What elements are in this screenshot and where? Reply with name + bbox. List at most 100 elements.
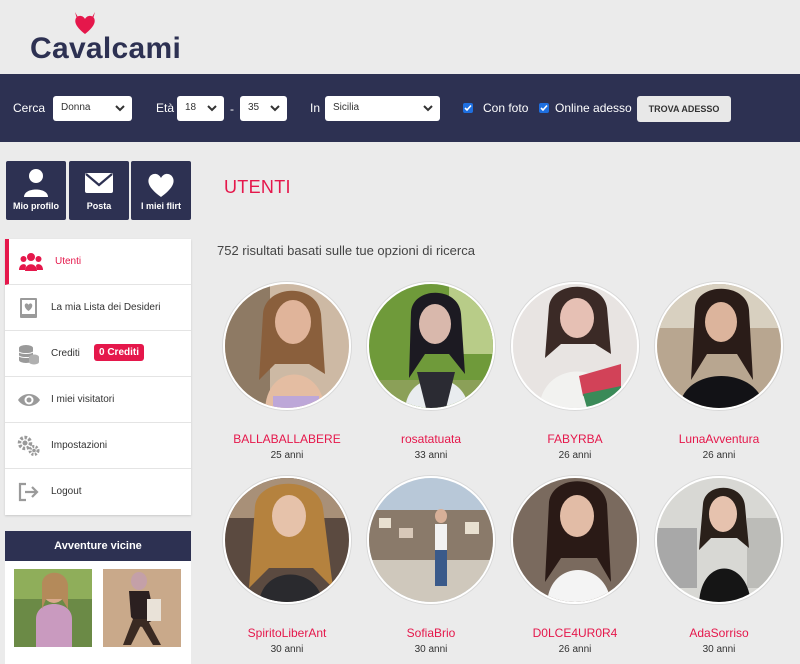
nearby-photo[interactable]: [14, 569, 92, 647]
sidebar-item-visitors[interactable]: I miei visitatori: [5, 377, 191, 423]
results-count: 752 risultati basati sulle tue opzioni d…: [217, 243, 475, 258]
user-avatar[interactable]: [223, 282, 351, 410]
sidebar-item-label: Crediti: [51, 348, 80, 359]
gender-select[interactable]: Donna: [53, 96, 132, 121]
user-photo: [369, 478, 493, 602]
sidebar-item-settings[interactable]: Impostazioni: [5, 423, 191, 469]
online-checkbox[interactable]: [539, 103, 549, 113]
search-bar: Cerca Donna Età 18 - 35 In Sicilia Con f…: [0, 74, 800, 142]
region-label: In: [310, 101, 321, 115]
chevron-down-icon: [115, 105, 125, 112]
user-card[interactable]: SpiritoLiberAnt 30 anni: [217, 476, 357, 655]
wishlist-icon: [20, 298, 37, 318]
heart-icon: [148, 173, 174, 197]
region-select[interactable]: Sicilia: [325, 96, 440, 121]
nearby-photo[interactable]: [103, 569, 181, 647]
checkmark-icon: [540, 104, 548, 112]
nearby-photo-image: [14, 569, 92, 647]
user-avatar[interactable]: [367, 282, 495, 410]
user-name[interactable]: FABYRBA: [505, 432, 645, 446]
sidebar-item-label: La mia Lista dei Desideri: [51, 302, 161, 313]
find-now-button[interactable]: TROVA ADESSO: [637, 96, 731, 122]
chevron-down-icon: [423, 105, 433, 112]
user-avatar[interactable]: [511, 476, 639, 604]
user-avatar[interactable]: [511, 282, 639, 410]
user-name[interactable]: LunaAvventura: [649, 432, 789, 446]
user-age: 30 anni: [702, 644, 736, 655]
credits-badge: 0 Crediti: [94, 344, 145, 361]
my-profile-label: Mio profilo: [13, 201, 59, 211]
mail-button[interactable]: Posta: [69, 161, 129, 220]
age-dash: -: [230, 102, 234, 116]
age-max-select[interactable]: 35: [240, 96, 287, 121]
user-card[interactable]: SofiaBrio 30 anni: [361, 476, 501, 655]
user-name[interactable]: AdaSorriso: [649, 626, 789, 640]
user-age: 25 anni: [270, 450, 304, 461]
sidebar-item-label: Utenti: [55, 256, 82, 267]
region-value: Sicilia: [333, 102, 360, 113]
user-photo: [369, 284, 493, 408]
chevron-down-icon: [270, 105, 280, 112]
user-age: 30 anni: [270, 644, 304, 655]
checkmark-icon: [464, 104, 472, 112]
sidebar-item-wishlist[interactable]: La mia Lista dei Desideri: [5, 285, 191, 331]
user-photo: [657, 284, 781, 408]
coins-icon: [18, 345, 39, 365]
mail-label: Posta: [86, 201, 112, 211]
user-avatar[interactable]: [223, 476, 351, 604]
sidebar-menu: Utenti La mia Lista dei Desideri Crediti…: [5, 239, 191, 515]
user-card[interactable]: BALLABALLABERE 25 anni: [217, 282, 357, 461]
with-photo-checkbox[interactable]: [463, 103, 473, 113]
sidebar-item-logout[interactable]: Logout: [5, 469, 191, 515]
user-avatar[interactable]: [367, 476, 495, 604]
with-photo-label: Con foto: [483, 101, 529, 115]
user-name[interactable]: SofiaBrio: [361, 626, 501, 640]
nearby-photo-image: [103, 569, 181, 647]
my-flirts-button[interactable]: I miei flirt: [131, 161, 191, 220]
user-photo: [225, 478, 349, 602]
user-icon: [24, 169, 48, 197]
user-card[interactable]: AdaSorriso 30 anni: [649, 476, 789, 655]
user-avatar[interactable]: [655, 282, 783, 410]
age-min-select[interactable]: 18: [177, 96, 224, 121]
user-age: 30 anni: [414, 644, 448, 655]
sidebar-item-credits[interactable]: Crediti 0 Crediti: [5, 331, 191, 377]
sidebar-item-users[interactable]: Utenti: [5, 239, 191, 285]
user-age: 26 anni: [558, 644, 592, 655]
age-label: Età: [156, 101, 175, 115]
nearby-adventures-panel: Avventure vicine: [5, 531, 191, 664]
age-min-value: 18: [185, 102, 197, 113]
my-flirts-label: I miei flirt: [140, 201, 181, 211]
user-card[interactable]: FABYRBA 26 anni: [505, 282, 645, 461]
user-age: 26 anni: [558, 450, 592, 461]
users-icon: [19, 253, 43, 271]
user-name[interactable]: SpiritoLiberAnt: [217, 626, 357, 640]
user-photo: [513, 478, 637, 602]
user-card[interactable]: LunaAvventura 26 anni: [649, 282, 789, 461]
user-photo: [513, 284, 637, 408]
eye-icon: [18, 394, 40, 406]
mail-icon: [85, 173, 113, 193]
search-label: Cerca: [13, 101, 46, 115]
nearby-adventures-title: Avventure vicine: [5, 531, 191, 561]
user-card[interactable]: rosatatuata 33 anni: [361, 282, 501, 461]
online-label: Online adesso: [555, 101, 632, 115]
chevron-down-icon: [207, 105, 217, 112]
age-max-value: 35: [248, 102, 260, 113]
page-title: UTENTI: [224, 177, 291, 197]
sidebar-item-label: Impostazioni: [51, 440, 108, 451]
gender-value: Donna: [61, 102, 91, 113]
gear-icon: [17, 435, 40, 456]
sidebar-item-label: I miei visitatori: [51, 394, 115, 405]
user-name[interactable]: D0LCE4UR0R4: [505, 626, 645, 640]
user-avatar[interactable]: [655, 476, 783, 604]
user-age: 33 anni: [414, 450, 448, 461]
user-photo: [225, 284, 349, 408]
my-profile-button[interactable]: Mio profilo: [6, 161, 66, 220]
user-photo: [657, 478, 781, 602]
logout-icon: [18, 482, 39, 502]
user-age: 26 anni: [702, 450, 736, 461]
user-name[interactable]: BALLABALLABERE: [217, 432, 357, 446]
user-card[interactable]: D0LCE4UR0R4 26 anni: [505, 476, 645, 655]
user-name[interactable]: rosatatuata: [361, 432, 501, 446]
